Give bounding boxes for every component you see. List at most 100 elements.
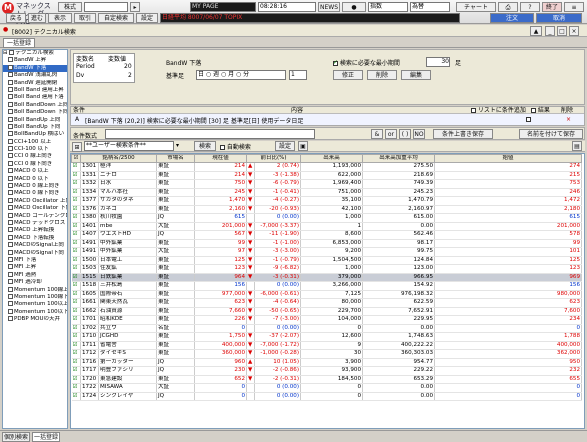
table-row[interactable]: ☑ 1711 省電舎 東証 400,000 ▼ -7,000 (-1.72) 9 400,222… bbox=[71, 341, 583, 350]
tree-item[interactable]: Boll Band 連用上昇 bbox=[3, 86, 67, 94]
row-checkbox[interactable]: ☑ bbox=[71, 315, 81, 325]
row-checkbox[interactable]: ☑ bbox=[71, 188, 81, 197]
row-checkbox[interactable]: ☑ bbox=[71, 205, 81, 214]
checkbox-icon[interactable] bbox=[8, 138, 13, 144]
row-checkbox[interactable]: ☑ bbox=[71, 196, 81, 206]
checkbox-icon[interactable] bbox=[8, 94, 13, 100]
checkbox-icon[interactable] bbox=[8, 249, 13, 255]
save-as-button[interactable]: 名前を付けて保存 bbox=[519, 129, 583, 139]
maximize-icon[interactable]: □ bbox=[557, 26, 567, 36]
col-header[interactable]: 市場名 bbox=[156, 154, 196, 163]
col-header[interactable]: 現在値 bbox=[194, 154, 248, 163]
table-row[interactable]: ☑ 1661 関東天然瓦 東証 623 ▼ -4 (-0.64) 80,000 622.59 62… bbox=[71, 298, 583, 308]
checkbox-icon[interactable] bbox=[8, 234, 13, 240]
table-row[interactable]: ☑ 1712 ダイセキS 東証 360,000 ▼ -1,000 (-0.28) 30 360,… bbox=[71, 349, 583, 359]
row-checkbox[interactable]: ☑ bbox=[71, 239, 81, 248]
row-checkbox[interactable]: ☑ bbox=[71, 392, 81, 401]
table-row[interactable]: ☑ 1407 ウエストHD JQ 567 ▼ -11 (-1.90) 8,600 562.46 5… bbox=[71, 230, 583, 240]
and-button[interactable]: & bbox=[371, 129, 383, 139]
checkbox-icon[interactable] bbox=[8, 168, 13, 174]
table-row[interactable]: ☑ 1720 東急建設 東証 652 ▼ -2 (-0.31) 184,500 653.29 65… bbox=[71, 375, 583, 384]
tree-item[interactable]: Momentum 100線下向 bbox=[3, 293, 67, 301]
view-button[interactable]: 表示 bbox=[48, 13, 72, 23]
expand-icon[interactable]: ⊞ bbox=[72, 142, 82, 152]
tree-item[interactable]: MACD 0 以上 bbox=[3, 168, 67, 175]
checkbox-icon[interactable] bbox=[8, 116, 13, 122]
tree-item[interactable]: MACD 0 線下向き bbox=[3, 190, 67, 197]
row-checkbox[interactable]: ☑ bbox=[71, 179, 81, 189]
table-row[interactable]: ☑ 1518 三井松島 東証 156 0 (0.00) 3,266,000 154.92 156 bbox=[71, 281, 583, 291]
tree-item[interactable]: CCI+100 以上 bbox=[3, 138, 67, 146]
checkbox-icon[interactable] bbox=[8, 175, 13, 181]
table-row[interactable]: ☑ 1662 石油資源 東証 7,660 ▼ -50 (-0.65) 229,700 7,652… bbox=[71, 307, 583, 316]
forward-button[interactable]: 進む bbox=[28, 13, 46, 23]
row-checkbox[interactable]: ☑ bbox=[71, 324, 81, 333]
news-button[interactable]: NEWS bbox=[318, 2, 340, 12]
col-header[interactable]: 出来高 bbox=[300, 154, 364, 163]
row-checkbox[interactable]: ☑ bbox=[71, 162, 81, 172]
tree-item[interactable]: PDBP MOUの天井 bbox=[3, 316, 67, 323]
tree-item[interactable]: MACDのSignal上向 bbox=[3, 242, 67, 249]
checkbox-icon[interactable] bbox=[8, 57, 13, 63]
compose-button[interactable]: 編集 bbox=[401, 70, 431, 80]
table-row[interactable]: ☑ 1301 極洋 東証 214 ▲ 2 (0.74) 1,193,000 275.50 274 bbox=[71, 162, 583, 172]
my-page-box[interactable]: MY PAGE bbox=[190, 2, 256, 12]
checkbox-icon[interactable] bbox=[8, 146, 13, 152]
row-checkbox[interactable]: ☑ bbox=[71, 222, 81, 231]
checkbox-icon[interactable] bbox=[8, 79, 13, 85]
row-checkbox[interactable]: ☑ bbox=[71, 349, 81, 359]
tree-item[interactable]: Boll BandUp 上向 bbox=[3, 116, 67, 124]
checkbox-icon[interactable] bbox=[8, 227, 13, 233]
tree-item[interactable]: MACD デッドクロス bbox=[3, 219, 67, 227]
table-row[interactable]: ☑ 1716 第一カッター JQ 960 ▲ 10 (1.05) 3,900 954.77 950 bbox=[71, 358, 583, 367]
overwrite-save-button[interactable]: 条件上書き保存 bbox=[433, 129, 493, 139]
var-name[interactable]: Period bbox=[76, 63, 95, 70]
checkbox-icon[interactable] bbox=[8, 109, 13, 115]
tree-root[interactable]: ⊟ テクニカル検索 bbox=[3, 50, 67, 57]
back-button[interactable]: 戻る bbox=[6, 13, 26, 23]
min-period-checkbox[interactable]: 検索に必要な最小期間 bbox=[333, 58, 400, 67]
lock-icon[interactable]: ▲ bbox=[530, 26, 542, 36]
table-row[interactable]: ☑ 1722 MISAWA 大証 0 0 (0.00) 0 0.00 0 bbox=[71, 383, 583, 393]
table-row[interactable]: ☑ 1500 日本電工 東証 125 ▼ -1 (-0.79) 1,504,500 124.84… bbox=[71, 256, 583, 265]
tree-item[interactable]: MACD 0 線上向き bbox=[3, 183, 67, 190]
table-row[interactable]: ☑ 1332 日水 東証 750 ▼ -6 (-0.79) 1,969,400 749.39 75… bbox=[71, 179, 583, 189]
trade-button[interactable]: 取引 bbox=[74, 13, 96, 23]
tree-item[interactable]: MACD ゴールデンクロス bbox=[3, 212, 67, 220]
tree-item[interactable]: CCI 0 線下向き bbox=[3, 160, 67, 168]
tree-item[interactable]: Boll BandUp 下向 bbox=[3, 123, 67, 131]
tree-item[interactable]: BandW 上昇 bbox=[3, 57, 67, 64]
var-name[interactable]: Dv bbox=[76, 72, 84, 79]
checkbox-icon[interactable] bbox=[8, 301, 13, 307]
checkbox-icon[interactable] bbox=[8, 264, 13, 270]
condition-row[interactable]: A [BandW 下落 (20,2)] 検索に必要な最小期間 [30] 足 基準… bbox=[71, 114, 584, 125]
checkbox-icon[interactable] bbox=[8, 279, 13, 285]
checkbox-icon[interactable] bbox=[8, 86, 13, 92]
row-checkbox[interactable]: ☑ bbox=[71, 298, 81, 308]
base-period-radio[interactable]: 日 ○ 週 ○ 月 ○ 分 bbox=[196, 70, 286, 80]
checkbox-icon[interactable] bbox=[8, 131, 13, 137]
col-header[interactable]: 前日比(%) bbox=[246, 154, 302, 163]
tree-item[interactable]: Boll BandDown 上向 bbox=[3, 101, 67, 109]
help-icon[interactable]: ? bbox=[520, 2, 540, 12]
row-checkbox[interactable]: ☑ bbox=[71, 230, 81, 240]
table-row[interactable]: ☑ 1491 中外鉱業 東証 99 ▼ -1 (-1.00) 6,853,000 98.17 99 bbox=[71, 239, 583, 248]
row-checkbox[interactable]: ☑ bbox=[71, 366, 81, 376]
result-checkbox[interactable]: 結果 bbox=[531, 107, 550, 114]
col-header[interactable]: 始値 bbox=[434, 154, 583, 163]
tree-item[interactable]: MFI 過熱 bbox=[3, 271, 67, 279]
table-row[interactable]: ☑ 1701 昭和KDE 東証 226 ▼ -7 (-3.00) 104,000 229.95 2… bbox=[71, 315, 583, 325]
row-checkbox[interactable]: ☑ bbox=[71, 383, 81, 393]
print-icon[interactable]: ⎙ bbox=[498, 2, 518, 12]
row-checkbox[interactable]: ☑ bbox=[71, 341, 81, 350]
delete-button[interactable]: 削除 bbox=[367, 70, 397, 80]
checkbox-icon[interactable] bbox=[8, 153, 13, 159]
tree-item[interactable]: MFI 上昇 bbox=[3, 264, 67, 271]
not-button[interactable]: NO bbox=[413, 129, 425, 139]
col-header[interactable]: ☑ bbox=[71, 154, 81, 163]
edit-button[interactable]: 修正 bbox=[333, 70, 363, 80]
expression-input[interactable] bbox=[105, 129, 315, 139]
table-row[interactable]: ☑ 1710 JCGHD 東証 1,750 ▼ -37 (-2.07) 12,600 1,748… bbox=[71, 332, 583, 342]
checkbox-icon[interactable] bbox=[8, 212, 13, 218]
tree-item[interactable]: BollBandUp 横ばい bbox=[3, 131, 67, 138]
